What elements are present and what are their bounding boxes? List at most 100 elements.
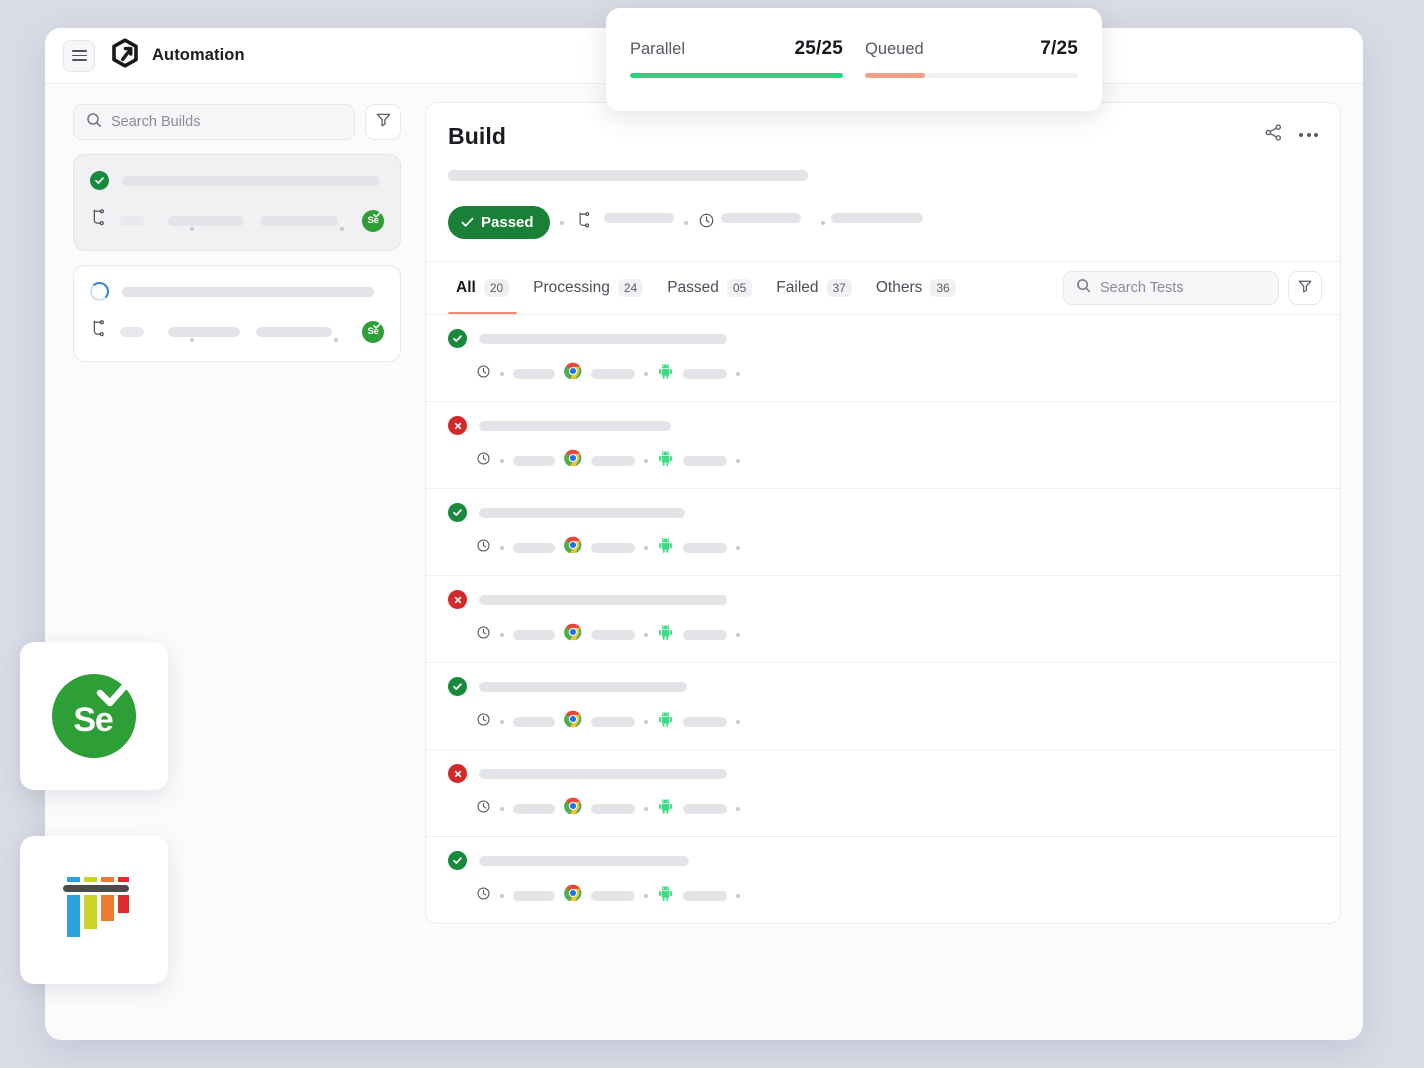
test-browser-skeleton: [591, 803, 635, 814]
build-meta-skeleton: [260, 216, 338, 226]
check-icon: [461, 217, 474, 227]
separator-dot: [736, 371, 740, 376]
test-row-header: [448, 851, 1318, 870]
tests-tabs: All 20 Processing 24 Passed 05 Failed 37: [426, 262, 1340, 315]
test-row-meta: [448, 449, 1318, 472]
separator-dot: [736, 806, 740, 811]
table-row[interactable]: [426, 402, 1340, 489]
test-row-header: [448, 416, 1318, 435]
table-row[interactable]: [426, 315, 1340, 402]
test-duration-skeleton: [513, 803, 555, 814]
chrome-icon: [564, 623, 582, 646]
separator-dot: [190, 338, 194, 342]
test-name-skeleton: [479, 768, 727, 779]
test-duration-skeleton: [513, 716, 555, 727]
more-options-icon[interactable]: [1299, 133, 1318, 137]
hamburger-menu-icon[interactable]: [63, 39, 95, 72]
build-meta-skeleton: [168, 216, 244, 226]
android-icon: [657, 363, 674, 385]
test-row-meta: [448, 710, 1318, 733]
separator-dot: [736, 545, 740, 550]
share-nodes-icon[interactable]: [1264, 123, 1283, 147]
brand[interactable]: Automation: [109, 37, 245, 74]
build-status-meta-row: Passed: [448, 206, 1316, 239]
table-row[interactable]: [426, 576, 1340, 663]
selenium-logo: Se: [52, 674, 136, 758]
separator-dot: [190, 227, 194, 231]
test-browser-skeleton: [591, 368, 635, 379]
chrome-icon: [564, 362, 582, 385]
tests-filter-button[interactable]: [1288, 271, 1322, 305]
separator-dot: [559, 220, 564, 225]
separator-dot: [500, 632, 504, 637]
builds-search-row: Search Builds: [73, 104, 401, 140]
testng-logo-card: [20, 836, 168, 984]
build-card[interactable]: Se: [73, 154, 401, 251]
separator-dot: [820, 220, 825, 225]
chrome-icon: [564, 884, 582, 907]
build-card-meta: Se: [90, 320, 384, 343]
parallel-stat: Parallel 25/25: [630, 38, 843, 111]
tab-all[interactable]: All 20: [444, 262, 521, 314]
build-detail-header: Build Passed: [426, 103, 1340, 262]
parallel-label: Parallel: [630, 40, 686, 58]
test-os-skeleton: [683, 455, 727, 466]
menu-line: [71, 54, 87, 57]
app-content: Search Builds Se Se Build Passed All 20 …: [45, 84, 1363, 1040]
search-builds-input[interactable]: Search Builds: [73, 104, 355, 140]
separator-dot: [736, 458, 740, 463]
test-os-skeleton: [683, 803, 727, 814]
test-name-skeleton: [479, 681, 687, 692]
search-icon: [86, 112, 102, 133]
tab-passed[interactable]: Passed 05: [655, 262, 764, 314]
build-meta-skeleton: [168, 327, 240, 337]
queued-stat: Queued 7/25: [865, 38, 1078, 111]
test-row-meta: [448, 623, 1318, 646]
chrome-icon: [564, 797, 582, 820]
search-tests-input[interactable]: Search Tests: [1063, 271, 1279, 305]
parallel-value: 25/25: [794, 38, 843, 59]
build-card-header: [90, 282, 384, 301]
tab-others[interactable]: Others 36: [864, 262, 968, 314]
builds-filter-button[interactable]: [365, 104, 401, 140]
table-row[interactable]: [426, 489, 1340, 576]
status-badge: Passed: [448, 206, 550, 239]
lambdatest-hexagon-arrow-logo: [109, 37, 141, 74]
test-name-skeleton: [479, 420, 671, 431]
queued-progress-track: [865, 73, 1078, 78]
check-circle-icon: [90, 171, 109, 190]
tab-processing[interactable]: Processing 24: [521, 262, 655, 314]
test-os-skeleton: [683, 890, 727, 901]
cross-circle-icon: [448, 764, 467, 783]
queued-stat-head: Queued 7/25: [865, 38, 1078, 60]
separator-dot: [736, 893, 740, 898]
chrome-icon: [564, 710, 582, 733]
queued-label: Queued: [865, 40, 924, 58]
build-card[interactable]: Se: [73, 265, 401, 362]
build-card-header: [90, 171, 384, 190]
check-circle-icon: [448, 677, 467, 696]
tab-label: Processing: [533, 279, 610, 296]
separator-dot: [644, 806, 648, 811]
test-duration-skeleton: [513, 368, 555, 379]
test-browser-skeleton: [591, 455, 635, 466]
tests-list: [426, 315, 1340, 923]
git-branch-icon: [90, 208, 107, 232]
test-row-header: [448, 677, 1318, 696]
build-detail-pane: Build Passed All 20 Processing 24 Passed…: [415, 84, 1363, 1040]
chrome-icon: [564, 536, 582, 559]
test-name-skeleton: [479, 594, 727, 605]
table-row[interactable]: [426, 750, 1340, 837]
table-row[interactable]: [426, 837, 1340, 923]
separator-dot: [500, 545, 504, 550]
clock-icon: [476, 451, 491, 471]
parallel-stat-head: Parallel 25/25: [630, 38, 843, 60]
separator-dot: [736, 719, 740, 724]
tab-failed[interactable]: Failed 37: [764, 262, 864, 314]
dot: [1299, 133, 1303, 137]
build-branch-skeleton: [603, 212, 674, 223]
table-row[interactable]: [426, 663, 1340, 750]
separator-dot: [340, 227, 344, 231]
test-row-header: [448, 764, 1318, 783]
clock-icon: [476, 538, 491, 558]
